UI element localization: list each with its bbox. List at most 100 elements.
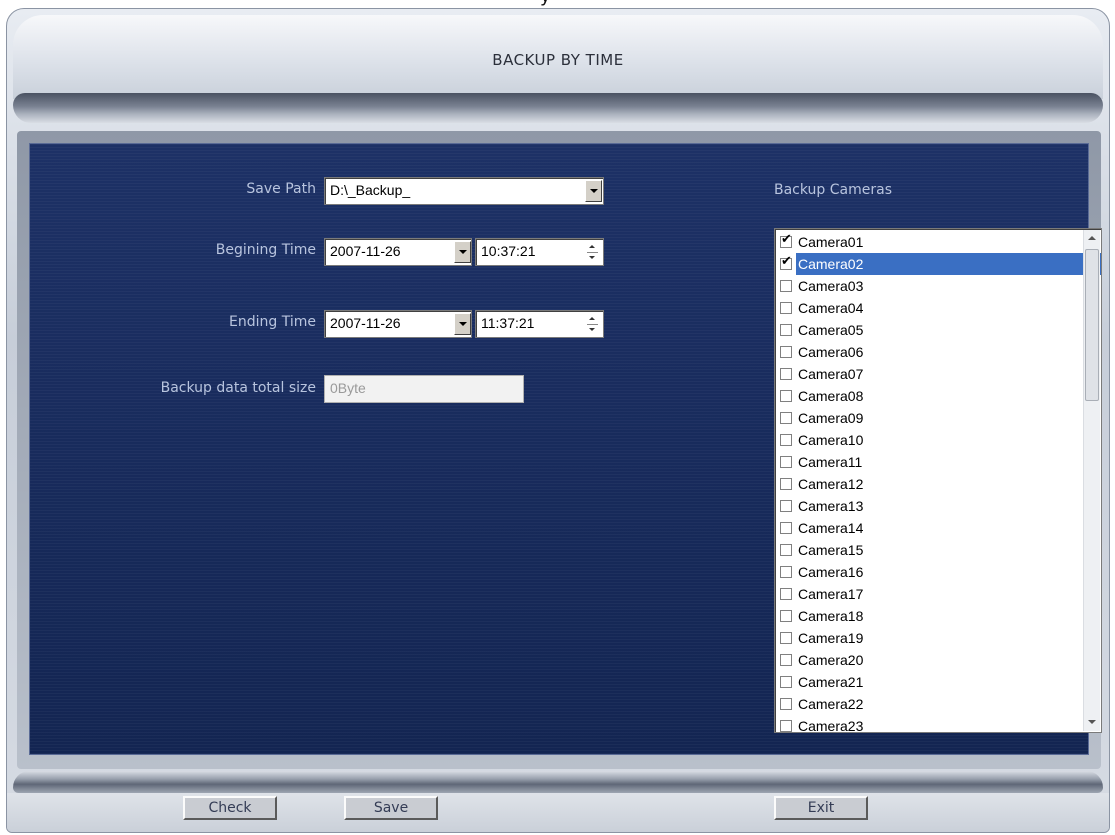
camera-list-item[interactable]: ✔ Camera01 — [778, 231, 1078, 253]
end-date-value: 2007-11-26 — [330, 315, 401, 331]
scroll-up-arrow-icon[interactable] — [1084, 230, 1100, 247]
background-window-text: y — [540, 0, 580, 6]
begin-date-dropdown-button[interactable] — [454, 241, 471, 263]
camera-name: Camera17 — [798, 586, 864, 602]
camera-list-item[interactable]: Camera22 — [778, 693, 1078, 715]
camera-name: Camera14 — [798, 520, 864, 536]
camera-list-item[interactable]: Camera17 — [778, 583, 1078, 605]
checkmark-icon: ✔ — [781, 231, 792, 246]
camera-list-item[interactable]: Camera05 — [778, 319, 1078, 341]
camera-list-item[interactable]: Camera08 — [778, 385, 1078, 407]
camera-checkbox[interactable] — [780, 566, 792, 578]
exit-button[interactable]: Exit — [774, 796, 868, 820]
camera-list-item[interactable]: Camera06 — [778, 341, 1078, 363]
begin-time-spinner[interactable] — [584, 241, 601, 263]
camera-list-item[interactable]: Camera04 — [778, 297, 1078, 319]
camera-list-item[interactable]: Camera16 — [778, 561, 1078, 583]
title-rail — [13, 93, 1103, 123]
camera-list-item[interactable]: Camera23 — [778, 715, 1078, 733]
camera-checkbox[interactable] — [780, 588, 792, 600]
camera-list-item[interactable]: Camera10 — [778, 429, 1078, 451]
camera-name: Camera13 — [798, 498, 864, 514]
camera-checkbox[interactable] — [780, 324, 792, 336]
scroll-down-arrow-icon[interactable] — [1084, 714, 1100, 731]
camera-checkbox[interactable] — [780, 610, 792, 622]
camera-list-item[interactable]: Camera18 — [778, 605, 1078, 627]
camera-checkbox[interactable] — [780, 698, 792, 710]
end-time-label: Ending Time — [229, 314, 316, 330]
save-button[interactable]: Save — [344, 796, 438, 820]
camera-list-item[interactable]: Camera09 — [778, 407, 1078, 429]
backup-dialog: BACKUP BY TIME Save Path D:\_Backup_ Beg… — [6, 8, 1110, 833]
camera-list[interactable]: ✔ Camera01 ✔ Camera02 Camera03 Camera04 Camera… — [774, 228, 1102, 733]
save-path-combo[interactable]: D:\_Backup_ — [324, 177, 604, 205]
camera-checkbox[interactable] — [780, 456, 792, 468]
camera-list-item[interactable]: Camera19 — [778, 627, 1078, 649]
camera-name: Camera11 — [798, 454, 863, 470]
check-button[interactable]: Check — [183, 796, 277, 820]
checkmark-icon: ✔ — [781, 253, 792, 268]
camera-list-scrollbar[interactable] — [1083, 230, 1100, 731]
camera-checkbox[interactable] — [780, 390, 792, 402]
camera-checkbox[interactable]: ✔ — [780, 254, 792, 270]
begin-time-up-arrow-icon[interactable] — [584, 241, 601, 252]
begin-date-picker[interactable]: 2007-11-26 — [324, 238, 472, 266]
begin-time-down-arrow-icon[interactable] — [584, 252, 601, 263]
total-size-label: Backup data total size — [160, 380, 316, 396]
camera-list-item[interactable]: Camera13 — [778, 495, 1078, 517]
bottom-rail — [13, 771, 1103, 793]
camera-checkbox[interactable] — [780, 676, 792, 688]
title-bar: BACKUP BY TIME — [13, 15, 1103, 99]
save-path-dropdown-button[interactable] — [585, 180, 602, 202]
camera-checkbox[interactable] — [780, 368, 792, 380]
camera-list-item[interactable]: Camera20 — [778, 649, 1078, 671]
camera-checkbox[interactable] — [780, 302, 792, 314]
scrollbar-thumb[interactable] — [1085, 249, 1099, 401]
camera-list-item[interactable]: Camera11 — [778, 451, 1078, 473]
save-path-label: Save Path — [246, 181, 316, 197]
end-time-down-arrow-icon[interactable] — [584, 324, 601, 335]
camera-checkbox[interactable] — [780, 544, 792, 556]
camera-list-item[interactable]: Camera12 — [778, 473, 1078, 495]
content-frame: Save Path D:\_Backup_ Begining Time 2007… — [17, 131, 1102, 769]
camera-checkbox[interactable] — [780, 522, 792, 534]
end-time-value: 11:37:21 — [481, 315, 535, 331]
end-date-dropdown-button[interactable] — [454, 313, 471, 335]
camera-checkbox[interactable] — [780, 478, 792, 490]
end-time-up-arrow-icon[interactable] — [584, 313, 601, 324]
camera-list-item[interactable]: Camera07 — [778, 363, 1078, 385]
camera-list-item[interactable]: Camera21 — [778, 671, 1078, 693]
dialog-title: BACKUP BY TIME — [492, 51, 624, 69]
camera-checkbox[interactable]: ✔ — [780, 232, 792, 248]
save-path-value: D:\_Backup_ — [330, 182, 411, 198]
camera-list-item[interactable]: ✔ Camera02 — [778, 253, 1101, 275]
begin-time-value: 10:37:21 — [481, 243, 536, 259]
begin-time-label: Begining Time — [215, 242, 316, 258]
camera-list-item[interactable]: Camera14 — [778, 517, 1078, 539]
camera-list-item[interactable]: Camera15 — [778, 539, 1078, 561]
camera-name: Camera18 — [798, 608, 864, 624]
camera-checkbox[interactable] — [780, 280, 792, 292]
camera-name: Camera20 — [798, 652, 864, 668]
camera-checkbox[interactable] — [780, 434, 792, 446]
camera-name: Camera02 — [796, 253, 1101, 275]
end-time-spinner[interactable] — [584, 313, 601, 335]
camera-name: Camera23 — [798, 718, 864, 733]
total-size-value: 0Byte — [330, 380, 366, 396]
camera-name: Camera08 — [798, 388, 864, 404]
camera-checkbox[interactable] — [780, 654, 792, 666]
camera-checkbox[interactable] — [780, 412, 792, 424]
camera-name: Camera15 — [798, 542, 864, 558]
camera-checkbox[interactable] — [780, 346, 792, 358]
camera-checkbox[interactable] — [780, 500, 792, 512]
camera-name: Camera03 — [798, 278, 864, 294]
camera-checkbox[interactable] — [780, 632, 792, 644]
camera-list-item[interactable]: Camera03 — [778, 275, 1078, 297]
camera-name: Camera10 — [798, 432, 864, 448]
camera-checkbox[interactable] — [780, 720, 792, 732]
total-size-field: 0Byte — [324, 375, 524, 403]
camera-name: Camera21 — [798, 674, 864, 690]
camera-name: Camera04 — [798, 300, 864, 316]
camera-name: Camera22 — [798, 696, 864, 712]
end-date-picker[interactable]: 2007-11-26 — [324, 310, 472, 338]
